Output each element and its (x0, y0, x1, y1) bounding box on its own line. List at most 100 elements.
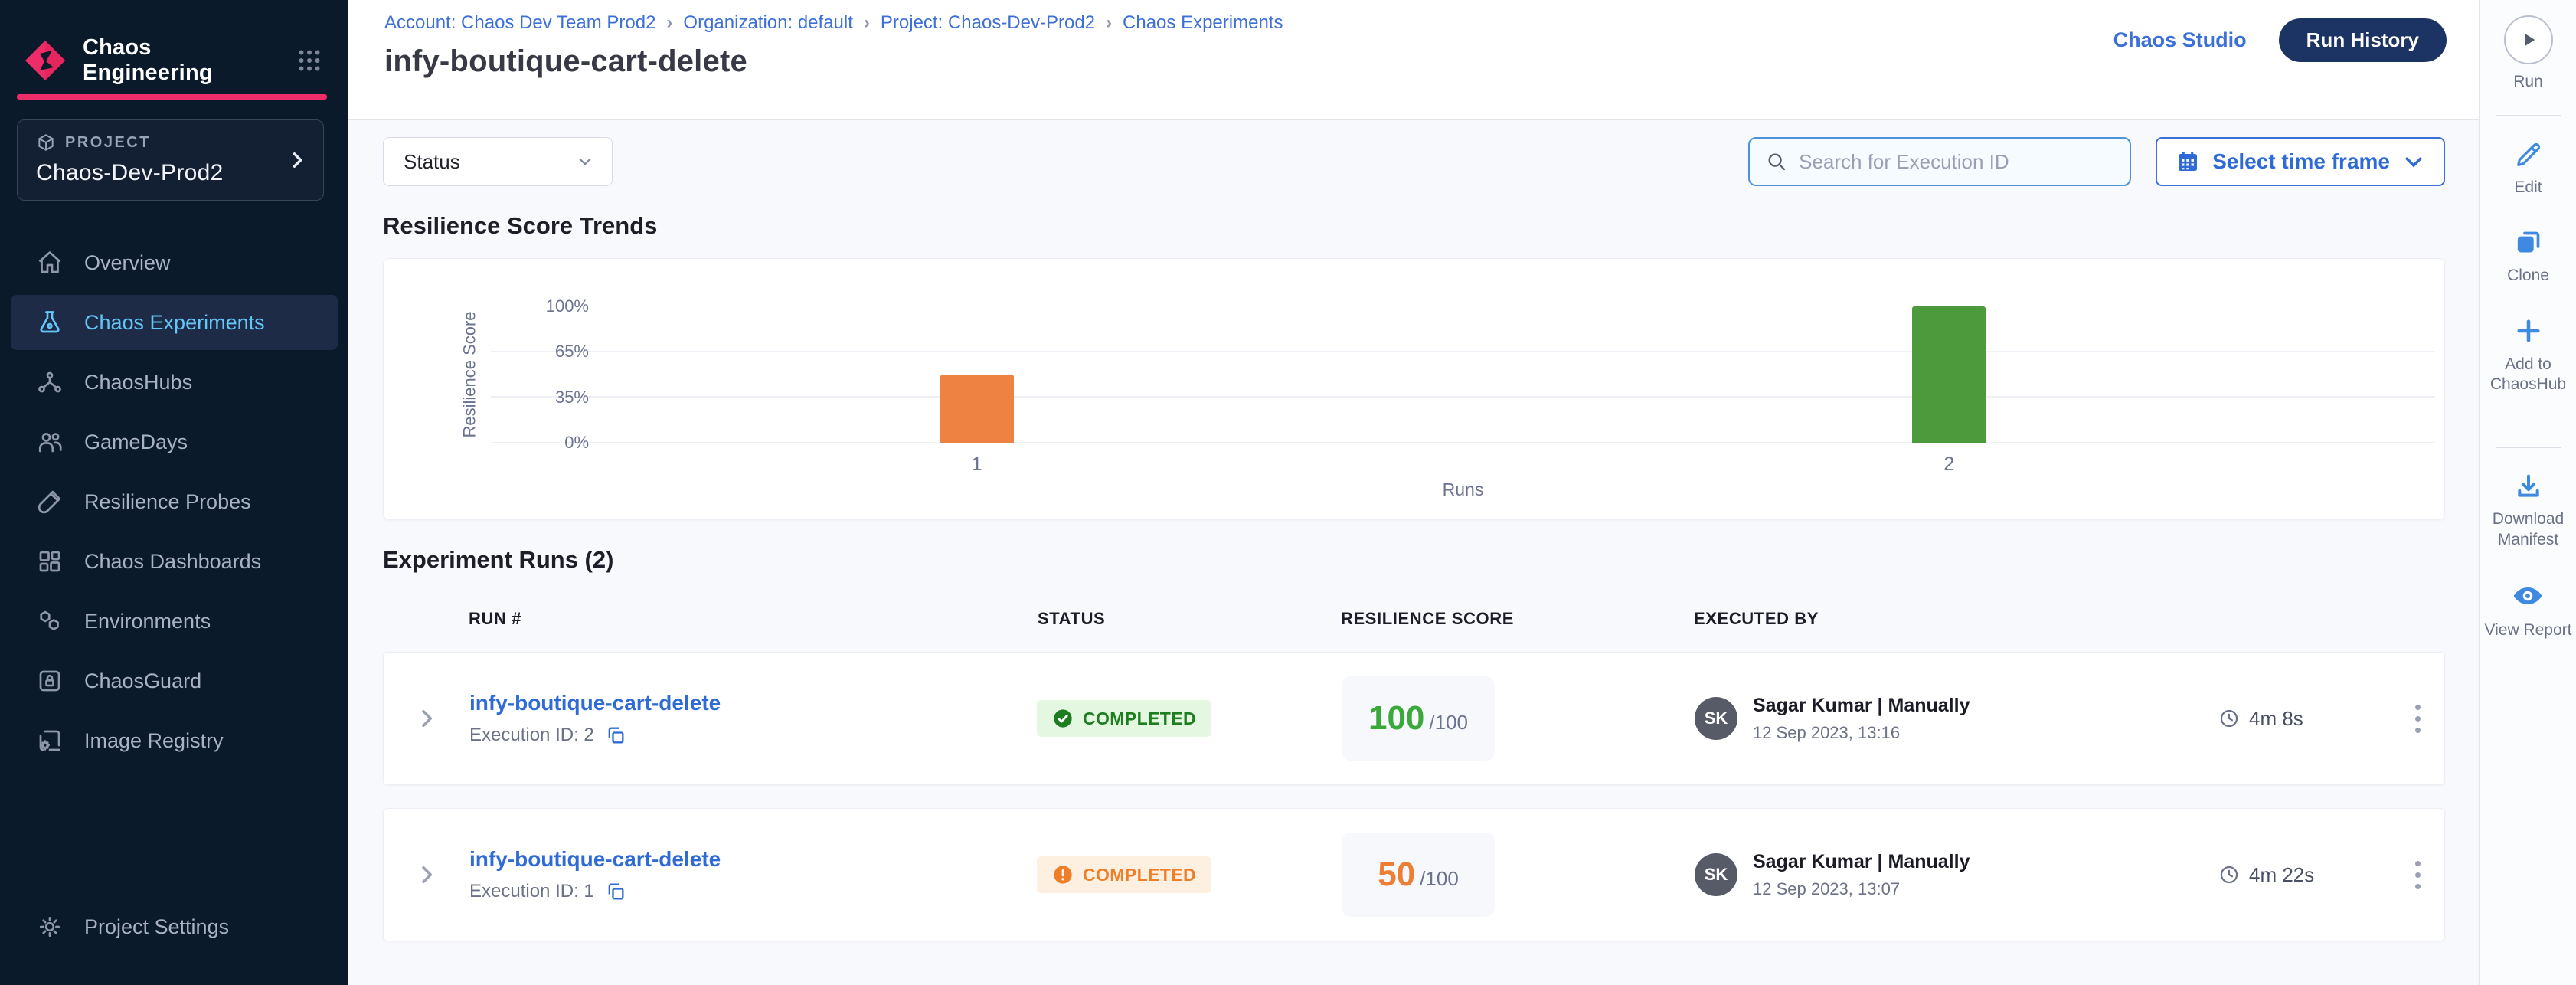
expand-row-chevron[interactable] (384, 862, 469, 887)
column-header-status: STATUS (1027, 609, 1341, 629)
view-report-label: View Report (2484, 620, 2571, 640)
run-row[interactable]: infy-boutique-cart-delete Execution ID: … (383, 808, 2445, 941)
edit-action[interactable]: Edit (2513, 139, 2544, 198)
status-cell: COMPLETED (1028, 700, 1342, 737)
sidebar-item-chaos-dashboards[interactable]: Chaos Dashboards (11, 534, 338, 589)
test-tube-icon (35, 487, 64, 516)
run-row[interactable]: infy-boutique-cart-delete Execution ID: … (383, 652, 2445, 785)
score-max: /100 (1420, 867, 1459, 891)
copy-icon[interactable] (605, 725, 626, 746)
column-header-run: RUN # (469, 609, 1027, 629)
row-menu-kebab-icon[interactable] (2389, 705, 2446, 733)
people-icon (35, 427, 64, 457)
sidebar-item-label: Overview (84, 251, 171, 275)
expand-row-chevron[interactable] (384, 706, 469, 731)
row-menu-kebab-icon[interactable] (2389, 861, 2446, 889)
sidebar-item-label: Resilience Probes (84, 490, 251, 514)
executed-by-cell: SK Sagar Kumar | Manually 12 Sep 2023, 1… (1695, 695, 2218, 743)
chart-ytick-label: 0% (497, 433, 589, 453)
executed-by-date: 12 Sep 2023, 13:07 (1753, 879, 1970, 899)
download-manifest-action[interactable]: Download Manifest (2480, 471, 2576, 550)
calendar-icon (2176, 149, 2200, 174)
breadcrumb-project[interactable]: Project: Chaos-Dev-Prod2 (881, 12, 1095, 34)
sidebar-item-image-registry[interactable]: Image Registry (11, 713, 338, 768)
run-cell: infy-boutique-cart-delete Execution ID: … (469, 691, 1028, 746)
executed-by-name: Sagar Kumar | Manually (1753, 695, 1970, 717)
sidebar-item-overview[interactable]: Overview (11, 235, 338, 290)
duration-text: 4m 22s (2249, 863, 2314, 887)
run-name-link[interactable]: infy-boutique-cart-delete (469, 691, 1028, 715)
chart-gridline (491, 442, 2435, 443)
sidebar-item-label: Project Settings (84, 915, 229, 939)
resilience-score-box: 50 /100 (1342, 833, 1495, 917)
sidebar-item-chaosguard[interactable]: ChaosGuard (11, 653, 338, 708)
clock-icon (2218, 864, 2240, 885)
project-selector[interactable]: PROJECT Chaos-Dev-Prod2 (17, 119, 324, 201)
chart-gridline (491, 306, 2435, 307)
run-history-button[interactable]: Run History (2279, 18, 2447, 62)
app-grid-icon[interactable] (293, 44, 325, 77)
breadcrumb-account[interactable]: Account: Chaos Dev Team Prod2 (384, 12, 655, 34)
chevron-right-icon[interactable] (286, 149, 308, 171)
right-action-rail: Run Edit Clone Add to ChaosHub Download … (2479, 0, 2576, 985)
avatar: SK (1695, 697, 1737, 740)
sidebar-item-chaoshubs[interactable]: ChaosHubs (11, 355, 338, 410)
run-cell: infy-boutique-cart-delete Execution ID: … (469, 847, 1028, 902)
timeframe-label: Select time frame (2212, 149, 2390, 174)
sidebar-item-label: ChaosGuard (84, 669, 201, 693)
executed-by-info: Sagar Kumar | Manually 12 Sep 2023, 13:1… (1753, 695, 1970, 743)
chevron-right-icon (414, 862, 439, 887)
breadcrumb-chaos-experiments[interactable]: Chaos Experiments (1123, 12, 1283, 34)
run-button[interactable] (2504, 15, 2553, 64)
sidebar-spacer (0, 771, 348, 841)
add-to-chaoshub-action[interactable]: Add to ChaosHub (2480, 315, 2576, 395)
view-report-action[interactable]: View Report (2484, 579, 2571, 640)
search-input[interactable] (1799, 150, 2114, 174)
chart-gridline (491, 351, 2435, 352)
chart-title: Resilience Score Trends (383, 212, 2445, 240)
hexagons-icon (35, 607, 64, 636)
runs-heading: Experiment Runs (2) (383, 546, 2445, 574)
chart-x-axis-title: Runs (491, 479, 2435, 500)
sidebar-item-environments[interactable]: Environments (11, 594, 338, 649)
runs-table-header: RUN # STATUS RESILIENCE SCORE EXECUTED B… (383, 609, 2445, 629)
executed-by-date: 12 Sep 2023, 13:16 (1753, 723, 1970, 743)
timeframe-button[interactable]: Select time frame (2156, 137, 2445, 186)
breadcrumb-organization[interactable]: Organization: default (683, 12, 852, 34)
score-value: 100 (1368, 699, 1424, 738)
plus-icon (2512, 315, 2545, 347)
execution-id-text: Execution ID: 1 (469, 881, 594, 902)
pencil-icon (2513, 139, 2544, 170)
sidebar-item-chaos-experiments[interactable]: Chaos Experiments (11, 295, 338, 350)
status-filter-dropdown[interactable]: Status (383, 137, 613, 186)
chart-ytick-label: 35% (497, 388, 589, 407)
sidebar-item-gamedays[interactable]: GameDays (11, 414, 338, 470)
project-label-row: PROJECT (36, 133, 308, 152)
chart-bar[interactable] (940, 375, 1014, 443)
sidebar-item-label: Chaos Dashboards (84, 550, 261, 574)
brand-accent-bar (17, 94, 327, 100)
chart-ytick-label: 100% (497, 296, 589, 316)
dashboard-grid-icon (35, 547, 64, 576)
clock-icon (2218, 708, 2240, 729)
clone-action[interactable]: Clone (2507, 227, 2549, 286)
run-name-link[interactable]: infy-boutique-cart-delete (469, 847, 1028, 872)
chaos-studio-link[interactable]: Chaos Studio (2113, 28, 2247, 52)
resilience-score-box: 100 /100 (1342, 676, 1495, 761)
eye-icon (2511, 579, 2545, 613)
sidebar-item-label: Image Registry (84, 729, 224, 753)
breadcrumb-separator: › (1106, 12, 1112, 34)
column-header-executed-by: EXECUTED BY (1694, 609, 2218, 629)
status-badge: COMPLETED (1037, 856, 1211, 893)
sidebar-item-label: GameDays (84, 430, 188, 454)
main-column: Account: Chaos Dev Team Prod2 › Organiza… (348, 0, 2479, 985)
sidebar-item-project-settings[interactable]: Project Settings (11, 899, 338, 954)
project-name: Chaos-Dev-Prod2 (36, 160, 308, 186)
sidebar-item-resilience-probes[interactable]: Resilience Probes (11, 474, 338, 529)
chart-plot: 0%35%65%100%12 (491, 306, 2435, 443)
chart-bar[interactable] (1912, 306, 1986, 443)
copy-icon[interactable] (605, 881, 626, 902)
executed-by-info: Sagar Kumar | Manually 12 Sep 2023, 13:0… (1753, 851, 1970, 899)
home-icon (35, 248, 64, 277)
execution-search (1748, 137, 2131, 186)
